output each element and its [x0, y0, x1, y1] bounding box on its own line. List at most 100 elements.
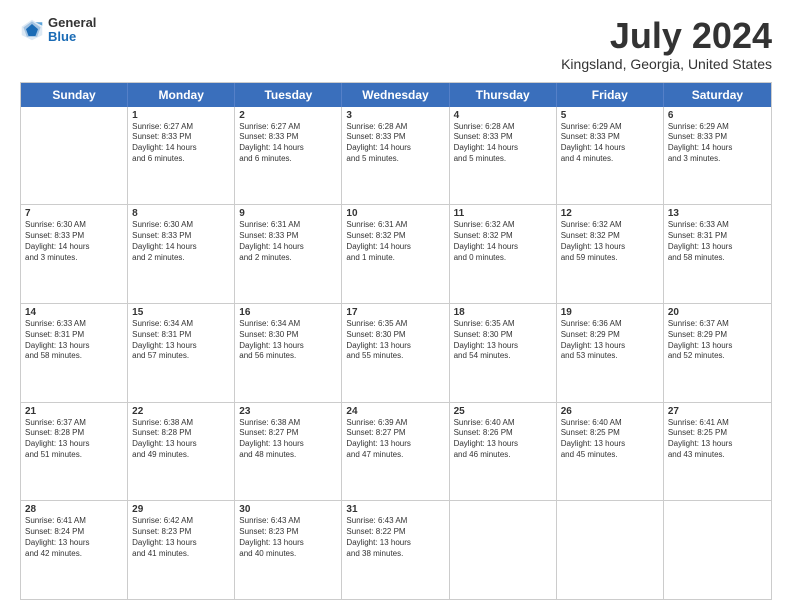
- cell-date: 26: [561, 406, 659, 417]
- calendar-cell: 4Sunrise: 6:28 AM Sunset: 8:33 PM Daylig…: [450, 107, 557, 205]
- cell-date: 2: [239, 110, 337, 121]
- cell-date: 7: [25, 208, 123, 219]
- calendar-cell: 21Sunrise: 6:37 AM Sunset: 8:28 PM Dayli…: [21, 403, 128, 501]
- cell-info: Sunrise: 6:41 AM Sunset: 8:24 PM Dayligh…: [25, 516, 123, 559]
- cell-info: Sunrise: 6:38 AM Sunset: 8:27 PM Dayligh…: [239, 418, 337, 461]
- cell-info: Sunrise: 6:28 AM Sunset: 8:33 PM Dayligh…: [454, 122, 552, 165]
- cell-info: Sunrise: 6:31 AM Sunset: 8:32 PM Dayligh…: [346, 220, 444, 263]
- cell-date: 12: [561, 208, 659, 219]
- calendar-cell: 31Sunrise: 6:43 AM Sunset: 8:22 PM Dayli…: [342, 501, 449, 599]
- calendar-cell: 8Sunrise: 6:30 AM Sunset: 8:33 PM Daylig…: [128, 205, 235, 303]
- calendar-week-5: 28Sunrise: 6:41 AM Sunset: 8:24 PM Dayli…: [21, 501, 771, 599]
- cell-date: 3: [346, 110, 444, 121]
- cell-date: 16: [239, 307, 337, 318]
- cell-info: Sunrise: 6:33 AM Sunset: 8:31 PM Dayligh…: [668, 220, 767, 263]
- calendar-cell: 22Sunrise: 6:38 AM Sunset: 8:28 PM Dayli…: [128, 403, 235, 501]
- cell-date: 21: [25, 406, 123, 417]
- cell-info: Sunrise: 6:27 AM Sunset: 8:33 PM Dayligh…: [132, 122, 230, 165]
- cell-date: 13: [668, 208, 767, 219]
- cell-date: 29: [132, 504, 230, 515]
- logo-line2: Blue: [48, 30, 96, 44]
- cell-date: 28: [25, 504, 123, 515]
- header-day-tuesday: Tuesday: [235, 83, 342, 107]
- calendar-cell: 9Sunrise: 6:31 AM Sunset: 8:33 PM Daylig…: [235, 205, 342, 303]
- header-day-thursday: Thursday: [450, 83, 557, 107]
- cell-info: Sunrise: 6:39 AM Sunset: 8:27 PM Dayligh…: [346, 418, 444, 461]
- cell-info: Sunrise: 6:41 AM Sunset: 8:25 PM Dayligh…: [668, 418, 767, 461]
- calendar-cell: 5Sunrise: 6:29 AM Sunset: 8:33 PM Daylig…: [557, 107, 664, 205]
- cell-date: 4: [454, 110, 552, 121]
- cell-date: 23: [239, 406, 337, 417]
- cell-info: Sunrise: 6:32 AM Sunset: 8:32 PM Dayligh…: [454, 220, 552, 263]
- calendar-cell: 17Sunrise: 6:35 AM Sunset: 8:30 PM Dayli…: [342, 304, 449, 402]
- cell-date: 15: [132, 307, 230, 318]
- cell-date: 25: [454, 406, 552, 417]
- cell-date: 1: [132, 110, 230, 121]
- cell-date: 11: [454, 208, 552, 219]
- calendar-cell: [664, 501, 771, 599]
- main-title: July 2024: [561, 16, 772, 56]
- cell-info: Sunrise: 6:37 AM Sunset: 8:28 PM Dayligh…: [25, 418, 123, 461]
- calendar-header: SundayMondayTuesdayWednesdayThursdayFrid…: [21, 83, 771, 107]
- cell-info: Sunrise: 6:40 AM Sunset: 8:25 PM Dayligh…: [561, 418, 659, 461]
- header-day-saturday: Saturday: [664, 83, 771, 107]
- cell-info: Sunrise: 6:27 AM Sunset: 8:33 PM Dayligh…: [239, 122, 337, 165]
- cell-info: Sunrise: 6:28 AM Sunset: 8:33 PM Dayligh…: [346, 122, 444, 165]
- calendar-cell: 7Sunrise: 6:30 AM Sunset: 8:33 PM Daylig…: [21, 205, 128, 303]
- header: General Blue July 2024 Kingsland, Georgi…: [20, 16, 772, 72]
- cell-info: Sunrise: 6:36 AM Sunset: 8:29 PM Dayligh…: [561, 319, 659, 362]
- calendar-cell: [21, 107, 128, 205]
- cell-info: Sunrise: 6:34 AM Sunset: 8:30 PM Dayligh…: [239, 319, 337, 362]
- calendar-cell: 1Sunrise: 6:27 AM Sunset: 8:33 PM Daylig…: [128, 107, 235, 205]
- calendar-cell: 26Sunrise: 6:40 AM Sunset: 8:25 PM Dayli…: [557, 403, 664, 501]
- cell-date: 18: [454, 307, 552, 318]
- calendar-cell: 30Sunrise: 6:43 AM Sunset: 8:23 PM Dayli…: [235, 501, 342, 599]
- calendar-cell: 15Sunrise: 6:34 AM Sunset: 8:31 PM Dayli…: [128, 304, 235, 402]
- cell-info: Sunrise: 6:33 AM Sunset: 8:31 PM Dayligh…: [25, 319, 123, 362]
- cell-info: Sunrise: 6:32 AM Sunset: 8:32 PM Dayligh…: [561, 220, 659, 263]
- logo: General Blue: [20, 16, 96, 45]
- calendar-cell: 24Sunrise: 6:39 AM Sunset: 8:27 PM Dayli…: [342, 403, 449, 501]
- cell-info: Sunrise: 6:43 AM Sunset: 8:23 PM Dayligh…: [239, 516, 337, 559]
- page: General Blue July 2024 Kingsland, Georgi…: [0, 0, 792, 612]
- cell-date: 27: [668, 406, 767, 417]
- calendar-cell: 23Sunrise: 6:38 AM Sunset: 8:27 PM Dayli…: [235, 403, 342, 501]
- cell-date: 10: [346, 208, 444, 219]
- cell-info: Sunrise: 6:42 AM Sunset: 8:23 PM Dayligh…: [132, 516, 230, 559]
- calendar-cell: 2Sunrise: 6:27 AM Sunset: 8:33 PM Daylig…: [235, 107, 342, 205]
- header-day-wednesday: Wednesday: [342, 83, 449, 107]
- cell-date: 24: [346, 406, 444, 417]
- calendar-cell: [450, 501, 557, 599]
- cell-info: Sunrise: 6:35 AM Sunset: 8:30 PM Dayligh…: [346, 319, 444, 362]
- calendar-cell: [557, 501, 664, 599]
- calendar-week-3: 14Sunrise: 6:33 AM Sunset: 8:31 PM Dayli…: [21, 304, 771, 403]
- calendar-cell: 10Sunrise: 6:31 AM Sunset: 8:32 PM Dayli…: [342, 205, 449, 303]
- calendar-week-4: 21Sunrise: 6:37 AM Sunset: 8:28 PM Dayli…: [21, 403, 771, 502]
- cell-date: 22: [132, 406, 230, 417]
- logo-line1: General: [48, 16, 96, 30]
- calendar-cell: 12Sunrise: 6:32 AM Sunset: 8:32 PM Dayli…: [557, 205, 664, 303]
- cell-info: Sunrise: 6:31 AM Sunset: 8:33 PM Dayligh…: [239, 220, 337, 263]
- calendar-cell: 25Sunrise: 6:40 AM Sunset: 8:26 PM Dayli…: [450, 403, 557, 501]
- cell-info: Sunrise: 6:40 AM Sunset: 8:26 PM Dayligh…: [454, 418, 552, 461]
- cell-date: 6: [668, 110, 767, 121]
- cell-date: 8: [132, 208, 230, 219]
- cell-date: 31: [346, 504, 444, 515]
- calendar-cell: 28Sunrise: 6:41 AM Sunset: 8:24 PM Dayli…: [21, 501, 128, 599]
- calendar-body: 1Sunrise: 6:27 AM Sunset: 8:33 PM Daylig…: [21, 107, 771, 599]
- cell-info: Sunrise: 6:34 AM Sunset: 8:31 PM Dayligh…: [132, 319, 230, 362]
- calendar-week-1: 1Sunrise: 6:27 AM Sunset: 8:33 PM Daylig…: [21, 107, 771, 206]
- calendar: SundayMondayTuesdayWednesdayThursdayFrid…: [20, 82, 772, 600]
- logo-icon: [20, 18, 44, 42]
- logo-text: General Blue: [48, 16, 96, 45]
- calendar-week-2: 7Sunrise: 6:30 AM Sunset: 8:33 PM Daylig…: [21, 205, 771, 304]
- subtitle: Kingsland, Georgia, United States: [561, 56, 772, 72]
- calendar-cell: 18Sunrise: 6:35 AM Sunset: 8:30 PM Dayli…: [450, 304, 557, 402]
- cell-info: Sunrise: 6:43 AM Sunset: 8:22 PM Dayligh…: [346, 516, 444, 559]
- calendar-cell: 29Sunrise: 6:42 AM Sunset: 8:23 PM Dayli…: [128, 501, 235, 599]
- cell-info: Sunrise: 6:29 AM Sunset: 8:33 PM Dayligh…: [561, 122, 659, 165]
- header-day-sunday: Sunday: [21, 83, 128, 107]
- cell-date: 5: [561, 110, 659, 121]
- calendar-cell: 20Sunrise: 6:37 AM Sunset: 8:29 PM Dayli…: [664, 304, 771, 402]
- calendar-cell: 11Sunrise: 6:32 AM Sunset: 8:32 PM Dayli…: [450, 205, 557, 303]
